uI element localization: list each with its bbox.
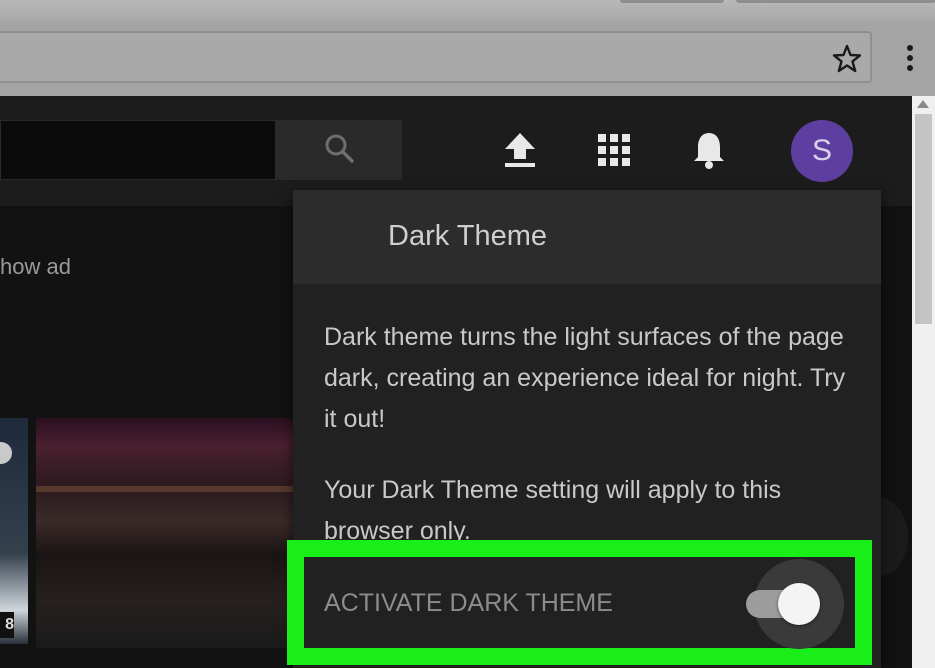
- avatar[interactable]: S: [791, 120, 853, 182]
- toggle-label: ACTIVATE DARK THEME: [324, 589, 613, 617]
- grid-apps-icon[interactable]: [592, 128, 636, 172]
- browser-tab-strip: [0, 0, 935, 22]
- browser-tab-edge[interactable]: [736, 0, 935, 3]
- video-thumbnail[interactable]: [36, 418, 296, 648]
- panel-title: Dark Theme: [388, 220, 548, 252]
- scrollbar-thumb[interactable]: [915, 114, 932, 324]
- toggle-knob[interactable]: [778, 583, 820, 625]
- panel-header: Dark Theme: [293, 190, 881, 284]
- bell-icon[interactable]: [687, 128, 731, 172]
- avatar-letter: S: [811, 134, 832, 167]
- panel-description: Dark theme turns the light surfaces of t…: [324, 323, 846, 433]
- ad-text[interactable]: how ad: [0, 254, 71, 280]
- vertical-dots-icon[interactable]: [902, 42, 918, 76]
- address-bar[interactable]: [0, 31, 872, 83]
- browser-tab-edge[interactable]: [620, 0, 724, 3]
- upload-icon[interactable]: [498, 128, 542, 172]
- search-icon: [323, 132, 355, 169]
- thumbnail-detail: [36, 486, 296, 492]
- video-duration: 8: [0, 612, 14, 638]
- star-outline-icon[interactable]: [830, 42, 864, 76]
- search-button[interactable]: [276, 120, 402, 180]
- activate-dark-theme-row[interactable]: ACTIVATE DARK THEME: [304, 557, 855, 649]
- search-input[interactable]: [0, 120, 276, 180]
- scroll-up-arrow-icon[interactable]: [917, 100, 929, 108]
